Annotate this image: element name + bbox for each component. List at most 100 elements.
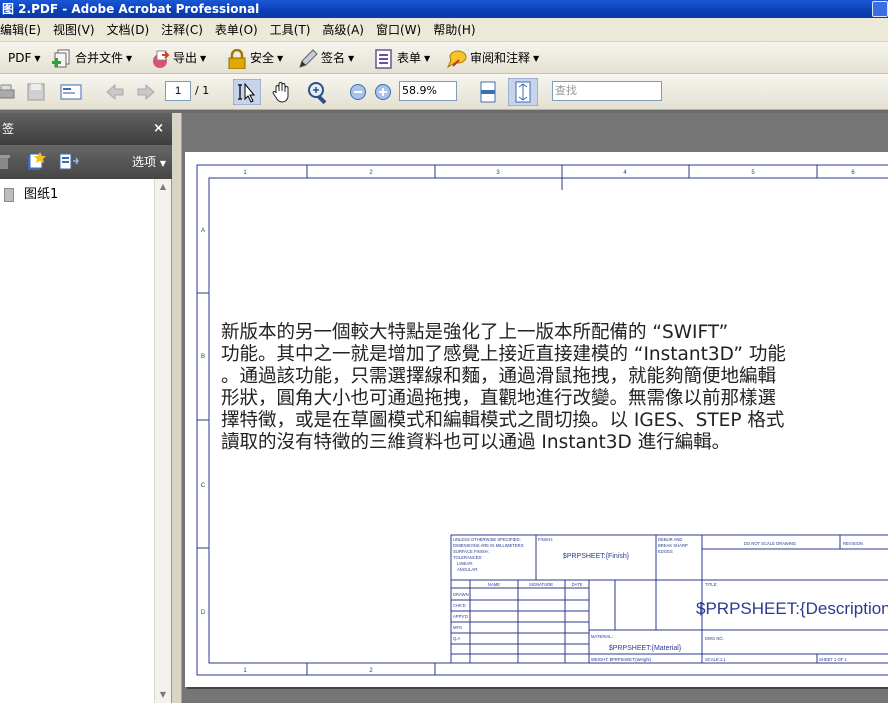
menu-forms[interactable]: 表单(O): [215, 23, 258, 37]
page-icon: [4, 187, 14, 202]
tb-finish-label: FINISH:: [538, 537, 553, 542]
zoom-tool-icon[interactable]: [306, 80, 330, 104]
menu-edit[interactable]: 编辑(E): [0, 23, 41, 37]
tb-finish-value: $PRPSHEET:{Finish}: [563, 553, 630, 560]
find-input[interactable]: 查找: [552, 81, 662, 101]
dropdown-arrow-icon: ▼: [126, 53, 133, 63]
tb-unless: SURFACE FINISH:: [453, 549, 489, 554]
menu-bar: 编辑(E) 视图(V) 文档(D) 注释(C) 表单(O) 工具(T) 高级(A) 窗口(W)…: [0, 18, 888, 42]
dropdown-arrow-icon: ▼: [34, 53, 41, 63]
combine-files-icon: [52, 49, 70, 67]
text-line: 讀取的沒有特徵的三維資料也可以通過 Instant3D 進行編輯。: [221, 432, 731, 453]
email-icon[interactable]: [60, 81, 82, 103]
window-title: 图 2.PDF - Adobe Acrobat Professional: [2, 2, 260, 16]
sign-button[interactable]: 签名 ▼: [298, 46, 354, 70]
tb-title-label: TITLE:: [705, 582, 718, 587]
tb-scale: SCALE:1:1: [705, 657, 726, 662]
tb-deburr: EDGES: [658, 549, 673, 554]
save-icon[interactable]: [25, 81, 47, 103]
bookmark-item[interactable]: 图纸1: [4, 183, 58, 202]
text-line: 新版本的另一個較大特點是強化了上一版本所配備的 “SWIFT”: [221, 322, 729, 343]
menu-document[interactable]: 文档(D): [107, 23, 150, 37]
tb-unless: DIMENSIONS ARE IN MILLIMETERS: [453, 543, 524, 548]
dropdown-arrow-icon: ▼: [200, 53, 207, 63]
menu-window[interactable]: 窗口(W): [376, 23, 421, 37]
combine-files-label: 合并文件: [75, 51, 124, 65]
text-line: 。通過該功能，只需選擇線和麵，通過滑鼠拖拽，就能夠簡便地編輯: [221, 366, 777, 387]
column-label: 2: [369, 170, 373, 176]
fit-width-icon[interactable]: [478, 81, 498, 103]
dropdown-arrow-icon: ▼: [424, 53, 431, 63]
lock-icon: [228, 48, 246, 69]
menu-help[interactable]: 帮助(H): [433, 23, 475, 37]
hand-tool-icon[interactable]: [270, 80, 294, 104]
menu-advanced[interactable]: 高级(A): [322, 23, 364, 37]
tb-dwg-no: DWG NO.: [705, 636, 724, 641]
delete-bookmark-icon[interactable]: [0, 154, 10, 170]
zoom-level-select[interactable]: 58.9%: [399, 81, 457, 101]
fit-page-icon[interactable]: [508, 78, 538, 106]
sign-label: 签名: [321, 51, 346, 65]
bookmarks-scrollbar[interactable]: ▲ ▼: [154, 179, 171, 703]
print-icon[interactable]: [0, 81, 16, 103]
secure-button[interactable]: 安全 ▼: [227, 46, 283, 70]
window-control-button[interactable]: [872, 1, 888, 17]
tb-do-not-scale: DO NOT SCALE DRAWING: [744, 541, 796, 546]
zoom-out-icon[interactable]: [349, 83, 367, 101]
document-text-block: 新版本的另一個較大特點是強化了上一版本所配備的 “SWIFT” 功能。其中之一就…: [221, 322, 888, 454]
bookmarks-list: 图纸1: [0, 179, 154, 703]
dropdown-arrow-icon: ▼: [348, 53, 355, 63]
dropdown-arrow-icon: ▼: [159, 159, 166, 168]
form-icon: [375, 48, 392, 69]
previous-page-icon[interactable]: [104, 81, 126, 103]
column-label: 6: [851, 170, 855, 176]
menu-tools[interactable]: 工具(T): [270, 23, 311, 37]
tb-row: CHK'D: [453, 603, 466, 608]
bookmarks-title: 签: [2, 122, 15, 136]
column-label: 1: [243, 668, 247, 674]
panel-splitter[interactable]: [172, 113, 182, 703]
column-label: 3: [496, 170, 500, 176]
bookmark-options-button[interactable]: 选项 ▼: [132, 153, 166, 170]
combine-files-button[interactable]: 合并文件 ▼: [52, 46, 132, 70]
tb-weight: WEIGHT: $PRPSHEET:{Weight}: [591, 657, 652, 662]
bookmarks-panel: 签 × 选项 ▼ 图纸1 ▲ ▼: [0, 113, 172, 703]
tb-unless: TOLERANCES:: [453, 555, 482, 560]
menu-view[interactable]: 视图(V): [53, 23, 95, 37]
text-line: 功能。其中之一就是增加了感覺上接近直接建模的 “Instant3D” 功能: [221, 344, 786, 365]
bookmark-options-label: 选项: [132, 155, 157, 169]
export-button[interactable]: 导出 ▼: [150, 46, 206, 70]
tb-header: DATE: [572, 582, 583, 587]
tasks-toolbar: PDF ▼ 合并文件 ▼ 导出 ▼ 安全 ▼ 签名 ▼ 表单 ▼ 审阅和注释 ▼: [0, 42, 888, 74]
select-tool-icon[interactable]: [233, 79, 261, 105]
menu-comments[interactable]: 注释(C): [161, 23, 203, 37]
dropdown-arrow-icon: ▼: [277, 53, 284, 63]
review-comment-button[interactable]: 审阅和注释 ▼: [447, 46, 539, 70]
page-number-input[interactable]: [165, 81, 191, 101]
expand-bookmark-icon[interactable]: [58, 152, 80, 170]
tb-unless: ANGULAR:: [457, 567, 478, 572]
scroll-down-icon[interactable]: ▼: [155, 687, 171, 703]
row-label: D: [201, 610, 206, 616]
tb-row: Q.A: [453, 636, 460, 641]
tb-unless: LINEAR:: [457, 561, 473, 566]
page-count: / 1: [195, 84, 210, 97]
scroll-up-icon[interactable]: ▲: [155, 179, 171, 195]
create-pdf-button[interactable]: PDF ▼: [8, 46, 41, 70]
close-icon[interactable]: ×: [153, 113, 164, 145]
forms-label: 表单: [397, 51, 422, 65]
secure-label: 安全: [250, 51, 275, 65]
next-page-icon[interactable]: [135, 81, 157, 103]
tb-material-label: MATERIAL:: [591, 634, 613, 639]
forms-button[interactable]: 表单 ▼: [374, 46, 430, 70]
tb-revision: REVISION: [843, 541, 863, 546]
tb-row: APPV'D: [453, 614, 468, 619]
tb-sheet: SHEET 1 OF 1: [819, 657, 848, 662]
zoom-in-icon[interactable]: [374, 83, 392, 101]
tb-deburr: DEBUR AND: [658, 537, 682, 542]
column-label: 2: [369, 668, 373, 674]
bookmarks-tools: 选项 ▼: [0, 145, 172, 179]
comment-bubble-icon: [447, 50, 467, 68]
tb-unless: UNLESS OTHERWISE SPECIFIED:: [453, 537, 521, 542]
new-bookmark-icon[interactable]: [26, 152, 46, 170]
